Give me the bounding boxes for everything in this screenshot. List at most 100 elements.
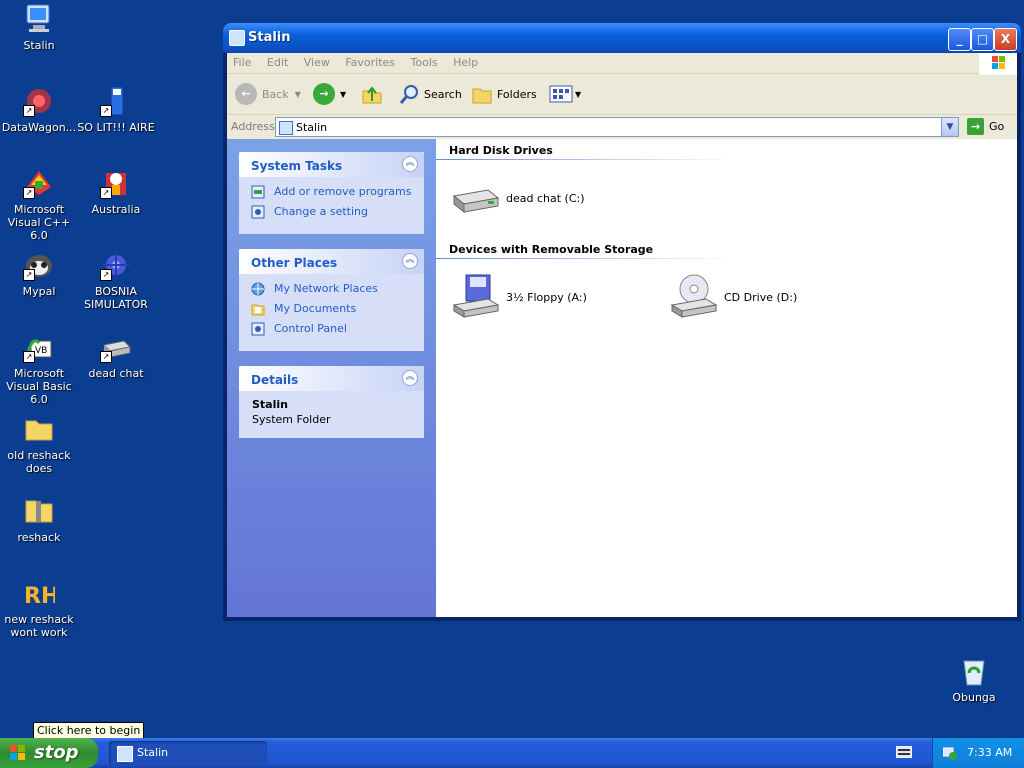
my-documents-link[interactable]: My Documents — [239, 300, 424, 320]
shortcut-arrow-icon: ↗ — [100, 105, 112, 117]
desktop-icon-old-reshack[interactable]: old reshack does — [0, 413, 79, 475]
collapse-chevron-icon[interactable]: ︽ — [402, 156, 418, 172]
views-button[interactable]: ▼ — [549, 82, 581, 106]
maximize-button[interactable]: □ — [971, 28, 994, 51]
panel-title: Other Places — [251, 256, 338, 270]
network-globe-icon — [251, 282, 265, 296]
forward-button[interactable]: → ▼ — [313, 82, 346, 106]
back-label: Back — [262, 87, 289, 101]
start-button[interactable]: stop — [0, 738, 98, 768]
hard-drive-icon — [452, 189, 500, 214]
desktop-icon-label: SO LIT!!! AIRE — [77, 121, 155, 134]
desktop-icon-label: old reshack does — [7, 449, 71, 475]
desktop-icon-new-reshack[interactable]: RH new reshack wont work — [0, 577, 79, 639]
other-places-header[interactable]: Other Places ︽ — [239, 249, 424, 274]
desktop-icon-label: BOSNIA SIMULATOR — [84, 285, 148, 311]
system-tray: 7:33 AM — [932, 738, 1024, 768]
recycle-bin-icon — [958, 655, 990, 687]
taskbar-item-stalin[interactable]: Stalin — [109, 741, 267, 765]
menu-tools[interactable]: Tools — [405, 53, 444, 69]
address-value: Stalin — [296, 121, 328, 134]
menu-help[interactable]: Help — [447, 53, 484, 69]
desktop-icon-visual-basic[interactable]: VB ↗ Microsoft Visual Basic 6.0 — [0, 331, 79, 406]
usb-drive-icon: ↗ — [100, 85, 132, 117]
desktop-icon-obunga[interactable]: Obunga — [934, 655, 1014, 704]
drive-a[interactable]: 3½ Floppy (A:) — [452, 273, 587, 321]
visual-cpp-icon: ↗ — [23, 167, 55, 199]
drive-label: dead chat (C:) — [506, 191, 585, 205]
up-folder-icon — [362, 86, 382, 104]
menu-file[interactable]: File — [227, 53, 257, 69]
computer-icon — [279, 121, 293, 135]
start-tooltip: Click here to begin — [33, 722, 145, 739]
desktop-icon-mypal[interactable]: ↗ Mypal — [0, 249, 79, 298]
computer-icon — [117, 746, 133, 762]
my-documents-icon — [251, 304, 265, 316]
search-button[interactable]: Search — [398, 82, 462, 106]
go-button[interactable]: → Go — [967, 118, 1004, 135]
computer-icon — [23, 3, 55, 35]
desktop-icon-so-lit-aire[interactable]: ↗ SO LIT!!! AIRE — [76, 85, 156, 134]
go-arrow-icon: → — [967, 118, 984, 135]
shortcut-arrow-icon: ↗ — [23, 269, 35, 281]
shortcut-arrow-icon: ↗ — [100, 187, 112, 199]
link-label: Add or remove programs — [274, 185, 412, 198]
system-tasks-panel: System Tasks ︽ Add or remove programs Ch… — [239, 152, 424, 234]
datawagon-icon: ↗ — [23, 85, 55, 117]
back-button[interactable]: ← Back ▼ — [235, 82, 301, 106]
minimize-button[interactable]: _ — [948, 28, 971, 51]
link-label: My Network Places — [274, 282, 378, 295]
collapse-chevron-icon[interactable]: ︽ — [402, 253, 418, 269]
desktop-icon-visual-cpp[interactable]: ↗ Microsoft Visual C++ 6.0 — [0, 167, 79, 242]
folder-icon — [23, 413, 55, 445]
desktop-icon-label: new reshack wont work — [4, 613, 74, 639]
svg-text:RH: RH — [24, 584, 55, 609]
clock[interactable]: 7:33 AM — [967, 746, 1012, 759]
explorer-window[interactable]: Stalin _ □ X File Edit View Favorites To… — [223, 23, 1021, 621]
shortcut-arrow-icon: ↗ — [100, 351, 112, 363]
desktop-icon-label: dead chat — [88, 367, 144, 380]
system-tasks-header[interactable]: System Tasks ︽ — [239, 152, 424, 177]
add-remove-programs-icon — [251, 185, 265, 199]
close-button[interactable]: X — [994, 28, 1017, 51]
shortcut-arrow-icon: ↗ — [23, 187, 35, 199]
up-folder-button[interactable] — [361, 82, 383, 106]
menu-edit[interactable]: Edit — [261, 53, 294, 69]
group-divider — [436, 258, 736, 259]
keyboard-icon[interactable] — [896, 746, 912, 758]
drive-c[interactable]: dead chat (C:) — [452, 174, 585, 222]
shortcut-arrow-icon: ↗ — [100, 269, 112, 281]
shortcut-arrow-icon: ↗ — [23, 351, 35, 363]
window-body: File Edit View Favorites Tools Help ← Ba… — [227, 53, 1017, 617]
desktop-icon-stalin[interactable]: Stalin — [0, 3, 79, 52]
desktop-icon-label: Microsoft Visual Basic 6.0 — [6, 367, 72, 406]
desktop-icon-bosnia-simulator[interactable]: ↗ BOSNIA SIMULATOR — [76, 249, 156, 311]
desktop-icon-australia[interactable]: ↗ Australia — [76, 167, 156, 216]
link-label: Change a setting — [274, 205, 368, 218]
control-panel-link[interactable]: Control Panel — [239, 320, 424, 340]
details-header[interactable]: Details ︽ — [239, 366, 424, 391]
drive-d[interactable]: CD Drive (D:) — [670, 273, 797, 321]
network-status-icon[interactable] — [943, 746, 957, 760]
my-network-places-link[interactable]: My Network Places — [239, 280, 424, 300]
change-setting-link[interactable]: Change a setting — [239, 203, 424, 223]
toolbar: ← Back ▼ → ▼ Search Folders ▼ — [227, 74, 1017, 115]
folders-button[interactable]: Folders — [471, 82, 537, 106]
menu-bar: File Edit View Favorites Tools Help — [227, 53, 1017, 75]
address-input[interactable]: Stalin ▼ — [275, 117, 959, 137]
link-label: Control Panel — [274, 322, 347, 335]
menu-favorites[interactable]: Favorites — [339, 53, 401, 69]
window-title: Stalin — [248, 30, 291, 45]
group-header-hdd: Hard Disk Drives — [449, 144, 553, 157]
address-dropdown-button[interactable]: ▼ — [941, 118, 958, 136]
desktop-icon-label: Obunga — [952, 691, 996, 704]
add-remove-programs-link[interactable]: Add or remove programs — [239, 183, 424, 203]
title-bar[interactable]: Stalin _ □ X — [223, 23, 1021, 53]
menu-view[interactable]: View — [298, 53, 336, 69]
desktop-icon-datawagon[interactable]: ↗ DataWagon... — [0, 85, 79, 134]
collapse-chevron-icon[interactable]: ︽ — [402, 370, 418, 386]
desktop-icon-reshack[interactable]: reshack — [0, 495, 79, 544]
desktop-icon-dead-chat[interactable]: ↗ dead chat — [76, 331, 156, 380]
group-header-removable: Devices with Removable Storage — [449, 243, 654, 256]
floppy-drive-icon — [452, 274, 500, 318]
